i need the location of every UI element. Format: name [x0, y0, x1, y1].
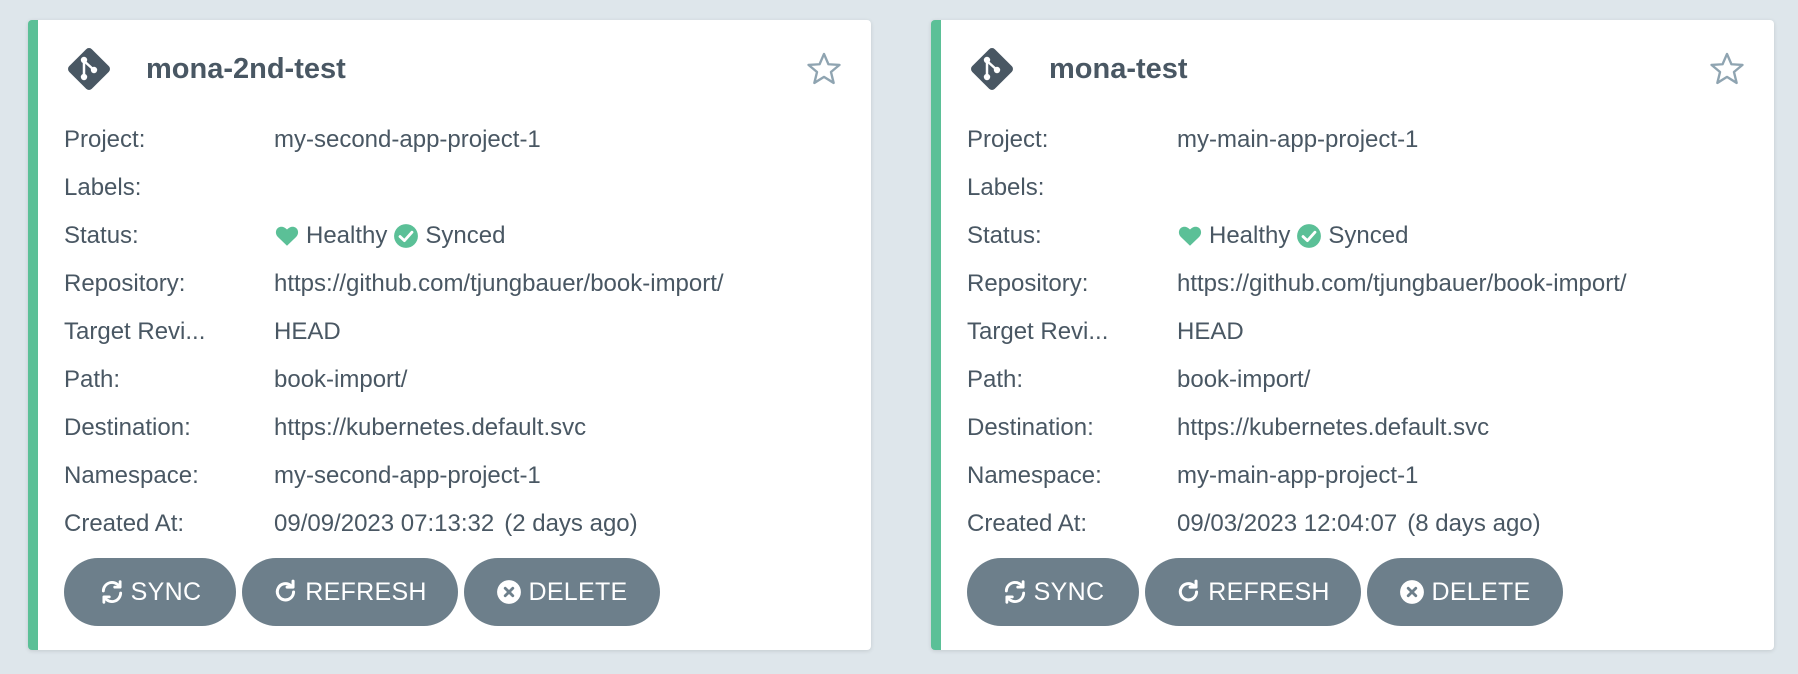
sync-icon: [101, 580, 122, 604]
created-at-value: 09/09/2023 07:13:32 (2 days ago): [274, 510, 638, 538]
status-label: Status:: [64, 222, 139, 249]
favorite-star-icon[interactable]: [1708, 50, 1746, 88]
repository-row: Repository: https://github.com/tjungbaue…: [64, 260, 851, 308]
refresh-icon: [276, 579, 296, 602]
delete-button[interactable]: DELETE: [464, 558, 660, 626]
namespace-label: Namespace:: [967, 462, 1102, 489]
refresh-icon: [1179, 579, 1199, 602]
app-card[interactable]: mona-2nd-test Project: my-second-app-pro…: [28, 20, 871, 650]
heart-icon: [275, 226, 299, 246]
path-row: Path: book-import/: [64, 356, 851, 404]
delete-button-label: DELETE: [1431, 577, 1531, 606]
heart-icon: [1178, 226, 1202, 246]
app-card[interactable]: mona-test Project: my-main-app-project-1…: [931, 20, 1774, 650]
project-label: Project:: [64, 126, 146, 153]
labels-row: Labels:: [967, 164, 1754, 212]
sync-icon: [1004, 580, 1025, 604]
labels-label: Labels:: [967, 174, 1045, 201]
project-value: my-second-app-project-1: [274, 126, 541, 153]
created-at-value: 09/03/2023 12:04:07 (8 days ago): [1177, 510, 1541, 538]
status-value: Healthy Synced: [274, 222, 505, 250]
app-name[interactable]: mona-test: [1049, 53, 1188, 86]
namespace-row: Namespace: my-main-app-project-1: [967, 452, 1754, 500]
git-icon: [68, 48, 110, 90]
created-at-relative: (2 days ago): [504, 510, 638, 537]
status-row: Status: Healthy Synced: [967, 212, 1754, 260]
refresh-button[interactable]: REFRESH: [1145, 558, 1361, 626]
created-at-timestamp: 09/09/2023 07:13:32: [274, 510, 495, 537]
sync-button[interactable]: SYNC: [64, 558, 236, 626]
delete-circle-icon: [497, 580, 522, 604]
target-revision-label: Target Revi...: [967, 318, 1109, 345]
destination-label: Destination:: [64, 414, 191, 441]
favorite-star-icon[interactable]: [805, 50, 843, 88]
repository-value: https://github.com/tjungbauer/book-impor…: [274, 270, 724, 297]
check-circle-icon: [394, 224, 419, 248]
git-icon: [971, 48, 1013, 90]
repository-row: Repository: https://github.com/tjungbaue…: [967, 260, 1754, 308]
app-name[interactable]: mona-2nd-test: [146, 53, 346, 86]
delete-circle-icon: [1400, 580, 1425, 604]
app-card-header: mona-test: [967, 46, 1188, 92]
health-status: Healthy: [1209, 222, 1291, 249]
created-at-row: Created At: 09/09/2023 07:13:32 (2 days …: [64, 500, 851, 548]
target-revision-row: Target Revi... HEAD: [967, 308, 1754, 356]
labels-row: Labels:: [64, 164, 851, 212]
refresh-button-label: REFRESH: [305, 577, 427, 606]
created-at-timestamp: 09/03/2023 12:04:07: [1177, 510, 1398, 537]
created-at-label: Created At:: [967, 510, 1088, 537]
path-value: book-import/: [1177, 366, 1311, 393]
target-revision-value: HEAD: [274, 318, 341, 345]
project-row: Project: my-second-app-project-1: [64, 116, 851, 164]
sync-status: Synced: [1328, 222, 1409, 249]
sync-button[interactable]: SYNC: [967, 558, 1139, 626]
status-value: Healthy Synced: [1177, 222, 1408, 250]
refresh-button[interactable]: REFRESH: [242, 558, 458, 626]
destination-label: Destination:: [967, 414, 1094, 441]
namespace-value: my-main-app-project-1: [1177, 462, 1419, 489]
created-at-relative: (8 days ago): [1407, 510, 1541, 537]
destination-value: https://kubernetes.default.svc: [274, 414, 587, 441]
repository-label: Repository:: [64, 270, 186, 297]
app-card-header: mona-2nd-test: [64, 46, 346, 92]
status-row: Status: Healthy Synced: [64, 212, 851, 260]
target-revision-value: HEAD: [1177, 318, 1244, 345]
destination-row: Destination: https://kubernetes.default.…: [967, 404, 1754, 452]
path-label: Path:: [64, 366, 121, 393]
labels-label: Labels:: [64, 174, 142, 201]
sync-button-label: SYNC: [1033, 577, 1105, 606]
delete-button-label: DELETE: [528, 577, 628, 606]
check-circle-icon: [1297, 224, 1322, 248]
refresh-button-label: REFRESH: [1208, 577, 1330, 606]
delete-button[interactable]: DELETE: [1367, 558, 1563, 626]
destination-value: https://kubernetes.default.svc: [1177, 414, 1490, 441]
namespace-label: Namespace:: [64, 462, 199, 489]
repository-label: Repository:: [967, 270, 1089, 297]
target-revision-row: Target Revi... HEAD: [64, 308, 851, 356]
namespace-row: Namespace: my-second-app-project-1: [64, 452, 851, 500]
path-value: book-import/: [274, 366, 408, 393]
namespace-value: my-second-app-project-1: [274, 462, 541, 489]
path-row: Path: book-import/: [967, 356, 1754, 404]
project-value: my-main-app-project-1: [1177, 126, 1419, 153]
repository-value: https://github.com/tjungbauer/book-impor…: [1177, 270, 1627, 297]
sync-button-label: SYNC: [130, 577, 202, 606]
health-status: Healthy: [306, 222, 388, 249]
sync-status: Synced: [425, 222, 506, 249]
project-label: Project:: [967, 126, 1049, 153]
created-at-label: Created At:: [64, 510, 185, 537]
created-at-row: Created At: 09/03/2023 12:04:07 (8 days …: [967, 500, 1754, 548]
destination-row: Destination: https://kubernetes.default.…: [64, 404, 851, 452]
status-label: Status:: [967, 222, 1042, 249]
path-label: Path:: [967, 366, 1024, 393]
target-revision-label: Target Revi...: [64, 318, 206, 345]
project-row: Project: my-main-app-project-1: [967, 116, 1754, 164]
